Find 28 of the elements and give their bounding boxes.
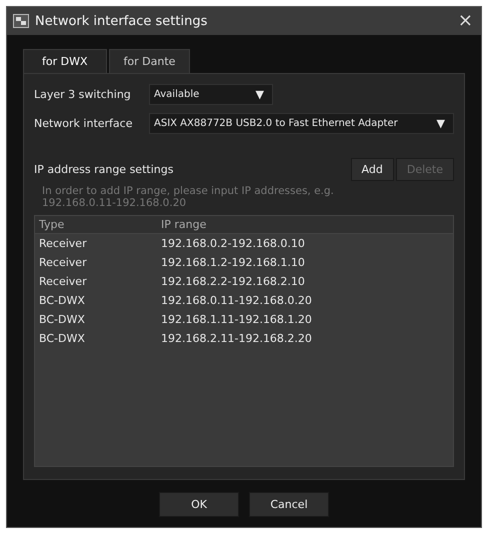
app-icon xyxy=(13,14,29,28)
table-cell-text: Receiver xyxy=(38,256,88,269)
table-cell-text: 192.168.0.2-192.168.0.10 xyxy=(160,237,305,250)
dialog-button[interactable]: Cancel xyxy=(249,492,329,517)
field-label: Layer 3 switching xyxy=(34,88,132,101)
table-cell-text: BC-DWX xyxy=(38,332,86,345)
close-button[interactable]: × xyxy=(456,12,475,30)
tab[interactable]: for DWX xyxy=(23,49,107,73)
dialog-button[interactable]: OK xyxy=(159,492,239,517)
table-cell-text: 192.168.0.11-192.168.0.20 xyxy=(160,294,312,307)
section-title: IP address range settings xyxy=(34,163,174,176)
layer-switching-dropdown[interactable]: Available ▼ xyxy=(149,84,273,105)
table-cell-text: 192.168.2.11-192.168.2.20 xyxy=(160,332,312,345)
table-cell-text: 192.168.2.2-192.168.2.10 xyxy=(160,275,305,288)
action-button[interactable]: Add xyxy=(350,158,394,181)
table-cell-text: 192.168.1.11-192.168.1.20 xyxy=(160,313,312,326)
table-cell-text: BC-DWX xyxy=(38,313,86,326)
network-interface-dropdown[interactable]: ASIX AX88772B USB2.0 to Fast Ethernet Adapter ▼ xyxy=(149,113,454,134)
column-header: IP range xyxy=(160,218,206,231)
hint-text: In order to add IP range, please input IP addresses, e.g. 192.168.0.11-192.168.0.20 xyxy=(41,184,335,211)
table-cell-text: Receiver xyxy=(38,275,88,288)
window-title: Network interface settings xyxy=(35,14,208,28)
column-header: Type xyxy=(38,218,66,231)
table-cell-text: Receiver xyxy=(38,237,88,250)
table-cell-text: 192.168.1.2-192.168.1.10 xyxy=(160,256,305,269)
tab[interactable]: for Dante xyxy=(108,49,190,73)
table-cell-text: BC-DWX xyxy=(38,294,86,307)
field-label: Network interface xyxy=(34,117,134,130)
